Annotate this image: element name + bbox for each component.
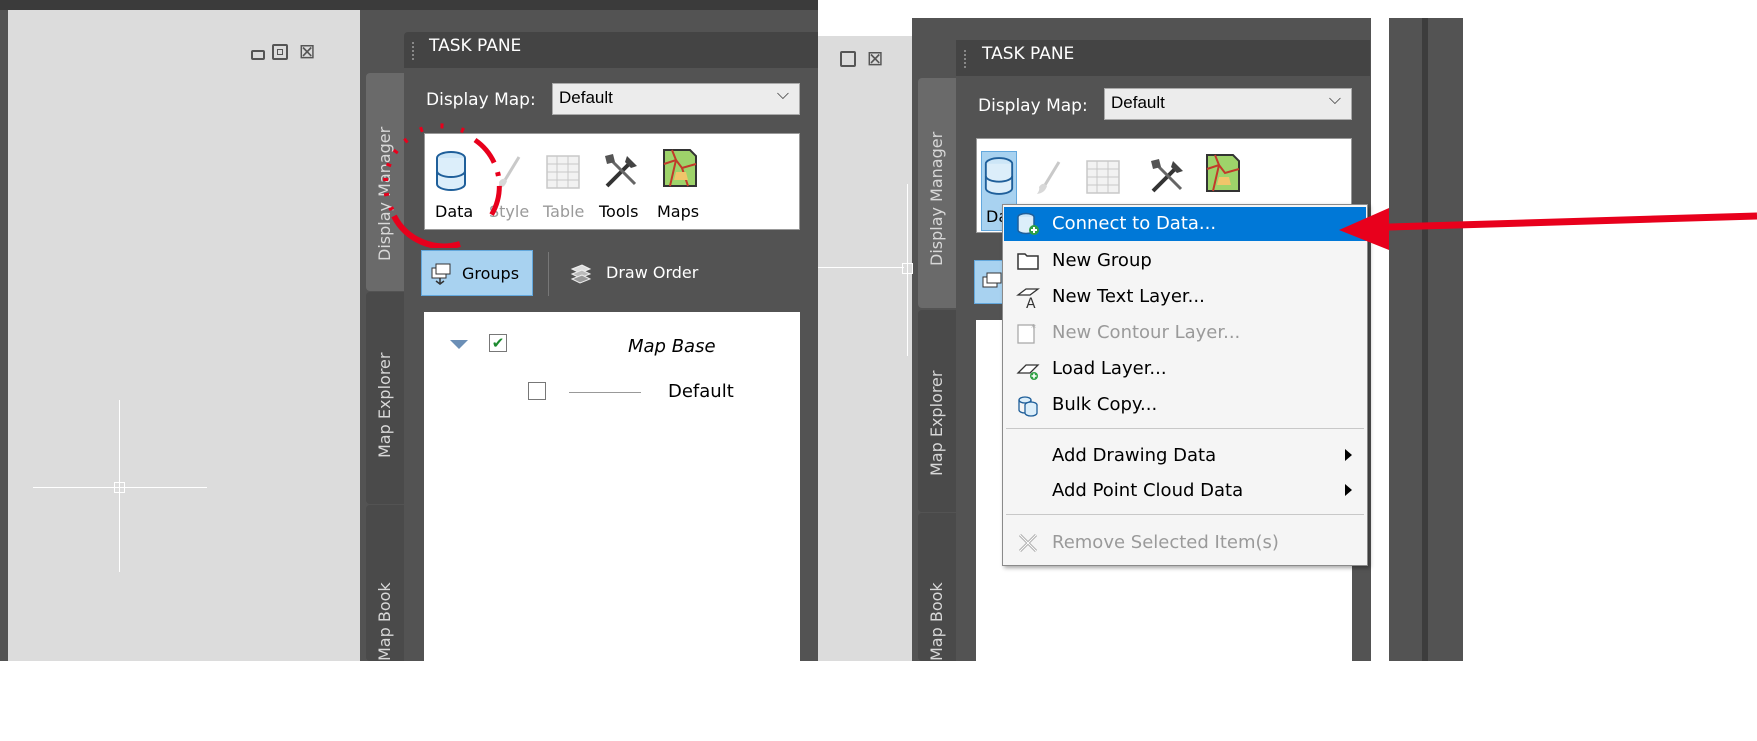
vtab-label: Map Book [927, 582, 946, 661]
right-window-edge [1371, 18, 1383, 661]
brush-icon [1037, 161, 1061, 194]
text-layer-icon: A [1016, 288, 1040, 309]
menu-new-text-layer-label: New Text Layer... [1052, 286, 1205, 307]
vtab-label: Map Explorer [375, 352, 394, 458]
close-icon[interactable]: ⊠ [296, 40, 318, 62]
submenu-arrow-icon [1345, 449, 1352, 461]
default-layer-checkbox[interactable] [528, 382, 546, 400]
ribbon-table-button[interactable]: Table [539, 148, 587, 226]
display-map-select[interactable]: Default ⌵ [1104, 88, 1352, 120]
menu-add-drawing-data[interactable]: Add Drawing Data [1004, 439, 1366, 473]
display-map-select[interactable]: Default ⌵ [552, 83, 800, 115]
menu-remove-selected-label: Remove Selected Item(s) [1052, 532, 1279, 553]
map-base-checkbox[interactable]: ✔ [489, 334, 507, 352]
annotation-circle [383, 123, 502, 248]
table-icon [1086, 160, 1120, 194]
menu-bulk-copy-label: Bulk Copy... [1052, 394, 1158, 415]
folder-icon [1017, 253, 1039, 270]
crosshair-horizontal [818, 267, 904, 268]
menu-separator [1006, 514, 1364, 515]
restore-icon[interactable] [272, 44, 288, 60]
submenu-arrow-icon [1345, 484, 1352, 496]
ribbon-tools-label: Tools [599, 202, 639, 221]
bulk-copy-icon [1018, 396, 1038, 417]
chevron-down-icon: ⌵ [776, 86, 789, 103]
remove-icon [1018, 533, 1038, 553]
taskpane-header[interactable]: TASK PANE [404, 32, 818, 68]
grip-icon[interactable] [964, 50, 968, 68]
display-map-label: Display Map: [978, 96, 1088, 116]
connect-data-icon [1017, 212, 1039, 235]
vtab-map-explorer[interactable]: Map Explorer [918, 310, 956, 512]
menu-add-point-cloud-data[interactable]: Add Point Cloud Data [1004, 474, 1366, 508]
ribbon-maps-button[interactable]: Maps [651, 144, 709, 226]
menu-new-text-layer[interactable]: A New Text Layer... [1004, 280, 1366, 314]
menu-new-group[interactable]: New Group [1004, 244, 1366, 278]
crosshair-box [114, 482, 125, 493]
canvas-edge [818, 18, 912, 36]
vtab-map-book[interactable]: Map Book [366, 505, 404, 661]
taskpane-header[interactable]: TASK PANE [956, 40, 1370, 76]
menu-new-group-label: New Group [1052, 250, 1152, 271]
draw-order-icon [570, 264, 592, 284]
tree-collapse-icon[interactable] [450, 340, 468, 349]
drawing-canvas[interactable]: ⊠ [8, 10, 360, 661]
chevron-down-icon: ⌵ [1328, 91, 1341, 108]
draw-order-button[interactable]: Draw Order [560, 250, 720, 296]
menu-load-layer-label: Load Layer... [1052, 358, 1167, 379]
side-dark-divider [1422, 18, 1428, 661]
restore-icon[interactable] [840, 51, 856, 67]
close-icon[interactable]: ⊠ [864, 47, 886, 69]
taskpane-title: TASK PANE [982, 44, 1075, 64]
layer-style-line [569, 392, 641, 393]
menu-new-contour-layer[interactable]: * New Contour Layer... [1004, 316, 1366, 350]
vtab-map-book[interactable]: Map Book [918, 513, 956, 661]
svg-text:A: A [1026, 296, 1036, 309]
toolbar-divider [548, 252, 549, 296]
map-base-label[interactable]: Map Base [628, 336, 716, 357]
database-icon [984, 157, 1014, 195]
menu-add-drawing-data-label: Add Drawing Data [1052, 445, 1217, 466]
tools-icon [1151, 159, 1183, 193]
ribbon-table-label: Table [543, 202, 585, 221]
menu-remove-selected[interactable]: Remove Selected Item(s) [1004, 526, 1366, 560]
menu-connect-to-data[interactable]: Connect to Data... [1004, 207, 1366, 241]
layer-tree: ✔ Map Base Default [424, 312, 800, 661]
menu-connect-label: Connect to Data... [1052, 213, 1217, 234]
tools-icon [605, 154, 637, 188]
svg-text:*: * [1031, 323, 1036, 334]
vtab-label: Map Explorer [927, 370, 946, 476]
menu-separator [1006, 428, 1364, 429]
crosshair-box [902, 263, 913, 274]
display-map-label: Display Map: [426, 90, 536, 110]
groups-button[interactable]: Groups [421, 250, 533, 296]
taskpane-title: TASK PANE [429, 36, 522, 56]
draw-order-label: Draw Order [606, 263, 699, 282]
groups-label: Groups [462, 264, 520, 283]
drawing-canvas[interactable]: ⊠ [818, 36, 913, 661]
title-strip [0, 0, 818, 10]
menu-add-point-cloud-label: Add Point Cloud Data [1052, 480, 1244, 501]
vtab-display-manager[interactable]: Display Manager [918, 78, 956, 308]
groups-icon [431, 263, 451, 285]
grip-icon[interactable] [412, 42, 416, 60]
ribbon-maps-label: Maps [657, 202, 700, 221]
vtab-label: Map Book [375, 582, 394, 661]
table-icon [546, 155, 580, 189]
menu-new-contour-layer-label: New Contour Layer... [1052, 322, 1241, 343]
annotation-arrow [1339, 208, 1757, 250]
map-icon [663, 149, 697, 187]
load-layer-icon [1016, 364, 1040, 380]
vtab-label: Display Manager [927, 131, 946, 266]
minimize-icon[interactable] [251, 50, 265, 60]
left-screenshot: ⊠ Display Manager Map Explorer Map Book … [0, 0, 818, 661]
contour-layer-icon: * [1017, 323, 1036, 344]
menu-load-layer[interactable]: Load Layer... [1004, 352, 1366, 386]
ribbon-tools-button[interactable]: Tools [593, 148, 645, 226]
default-layer-label[interactable]: Default [668, 381, 734, 402]
map-icon [1206, 154, 1240, 192]
menu-bulk-copy[interactable]: Bulk Copy... [1004, 388, 1366, 422]
vtab-map-explorer[interactable]: Map Explorer [366, 292, 404, 504]
